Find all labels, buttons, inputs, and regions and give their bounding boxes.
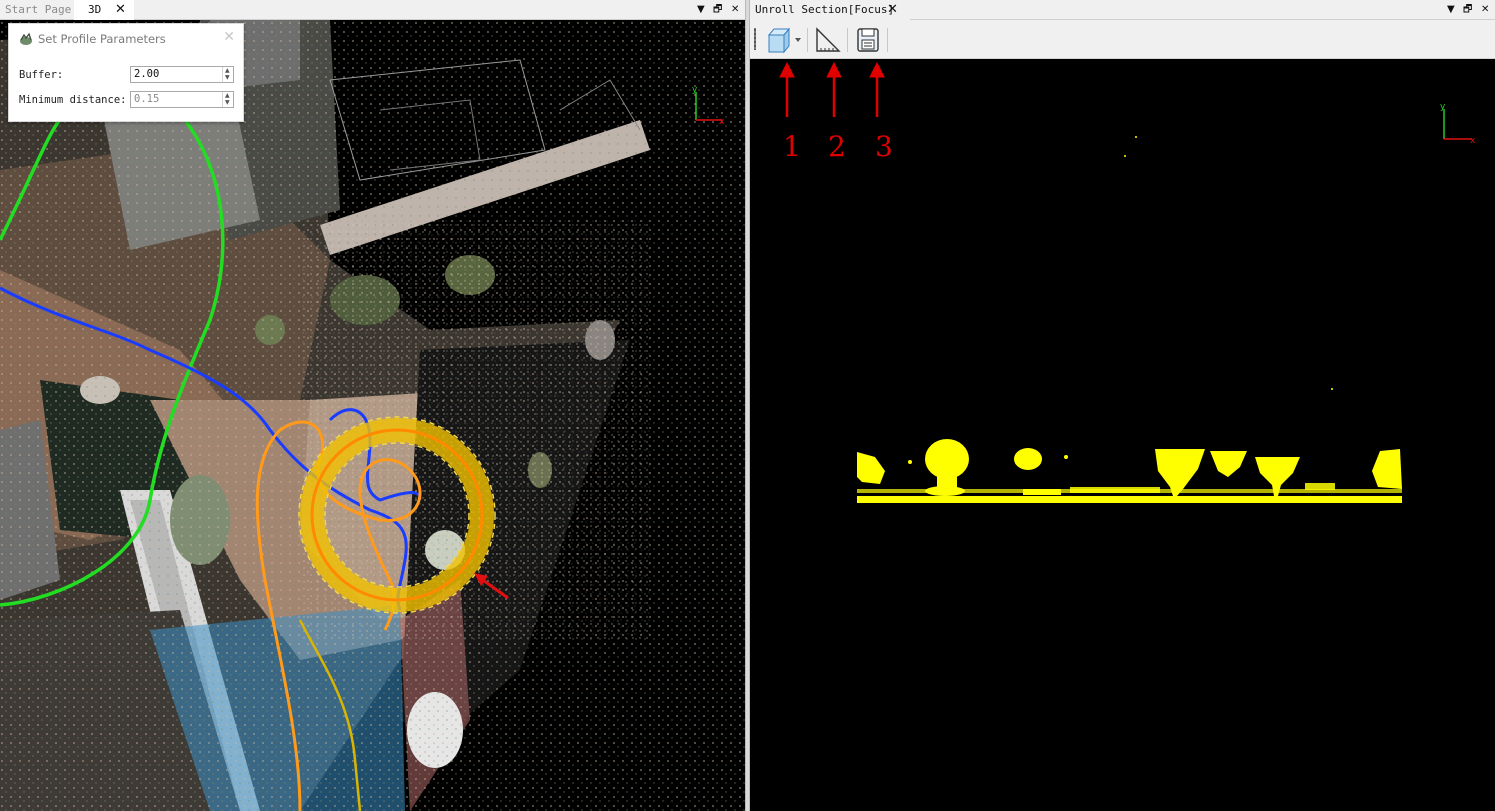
axis-x-label-right: x bbox=[1470, 136, 1476, 146]
left-pane-dropdown-icon[interactable]: ▼ bbox=[697, 0, 705, 20]
callout-label-3: 3 bbox=[875, 130, 893, 163]
dialog-close-icon[interactable]: ✕ bbox=[223, 29, 235, 45]
min-distance-label: Minimum distance: bbox=[19, 94, 127, 106]
buffer-stepper[interactable]: ▲ ▼ bbox=[222, 67, 233, 82]
buffer-up-icon[interactable]: ▲ bbox=[225, 67, 230, 74]
callout-label-1: 1 bbox=[783, 130, 801, 163]
dialog-title: Set Profile Parameters bbox=[38, 32, 166, 46]
min-distance-up-icon[interactable]: ▲ bbox=[225, 92, 230, 99]
tab-start-page[interactable]: Start Page bbox=[0, 0, 72, 20]
axis-x-label-left: x bbox=[719, 117, 725, 127]
tab-unroll-close-icon[interactable]: ✕ bbox=[887, 0, 898, 20]
buffer-value: 2.00 bbox=[134, 68, 160, 80]
tab-3d-label: 3D bbox=[88, 3, 102, 16]
buffer-spinbox[interactable]: 2.00 ▲ ▼ bbox=[130, 66, 234, 83]
right-pane-restore-icon[interactable]: 🗗 bbox=[1463, 0, 1472, 20]
measure-ruler-icon[interactable] bbox=[813, 25, 843, 55]
min-distance-down-icon[interactable]: ▼ bbox=[225, 99, 230, 106]
unroll-section-viewport[interactable]: x y bbox=[750, 59, 1495, 811]
left-pane-3d: Start Page 3D ✕ ▼ 🗗 ✕ x y Set Profile Pa… bbox=[0, 0, 745, 811]
toolbar-separator bbox=[807, 28, 808, 52]
toolbar-separator bbox=[847, 28, 848, 52]
set-profile-parameters-dialog[interactable]: Set Profile Parameters ✕ Buffer: 2.00 ▲ … bbox=[8, 23, 244, 122]
right-pane-dropdown-icon[interactable]: ▼ bbox=[1447, 0, 1455, 20]
toolbar-grip[interactable] bbox=[754, 28, 756, 50]
toolbar-separator bbox=[887, 28, 888, 52]
buffer-label: Buffer: bbox=[19, 69, 64, 81]
tab-unroll-section-label: Unroll Section[Focus] bbox=[755, 3, 895, 16]
tab-unroll-section[interactable]: Unroll Section[Focus] bbox=[750, 0, 910, 20]
left-pane-close-icon[interactable]: ✕ bbox=[731, 0, 739, 20]
right-pane-unroll-section: Unroll Section[Focus] ✕ ▼ 🗗 ✕ x y 1 2 3 bbox=[750, 0, 1495, 811]
right-tabbar: Unroll Section[Focus] ✕ ▼ 🗗 ✕ bbox=[750, 0, 1495, 20]
right-pane-close-icon[interactable]: ✕ bbox=[1481, 0, 1489, 20]
tab-3d-close-icon[interactable]: ✕ bbox=[115, 0, 126, 20]
min-distance-value: 0.15 bbox=[134, 93, 160, 105]
min-distance-stepper[interactable]: ▲ ▼ bbox=[222, 92, 233, 107]
save-icon[interactable] bbox=[853, 25, 883, 55]
chevron-down-icon bbox=[795, 38, 801, 42]
profile-tool-icon bbox=[20, 32, 32, 45]
left-tabbar: Start Page 3D ✕ ▼ 🗗 ✕ bbox=[0, 0, 745, 20]
section-toolbar bbox=[750, 20, 1495, 59]
left-pane-restore-icon[interactable]: 🗗 bbox=[713, 0, 722, 20]
axis-y-label-right: y bbox=[1440, 102, 1446, 112]
axis-y-label-left: y bbox=[692, 85, 698, 95]
view-cube-icon[interactable] bbox=[764, 25, 804, 55]
point-cloud-3d-viewport[interactable]: x y bbox=[0, 20, 745, 811]
min-distance-spinbox[interactable]: 0.15 ▲ ▼ bbox=[130, 91, 234, 108]
callout-label-2: 2 bbox=[828, 130, 846, 163]
buffer-down-icon[interactable]: ▼ bbox=[225, 74, 230, 81]
